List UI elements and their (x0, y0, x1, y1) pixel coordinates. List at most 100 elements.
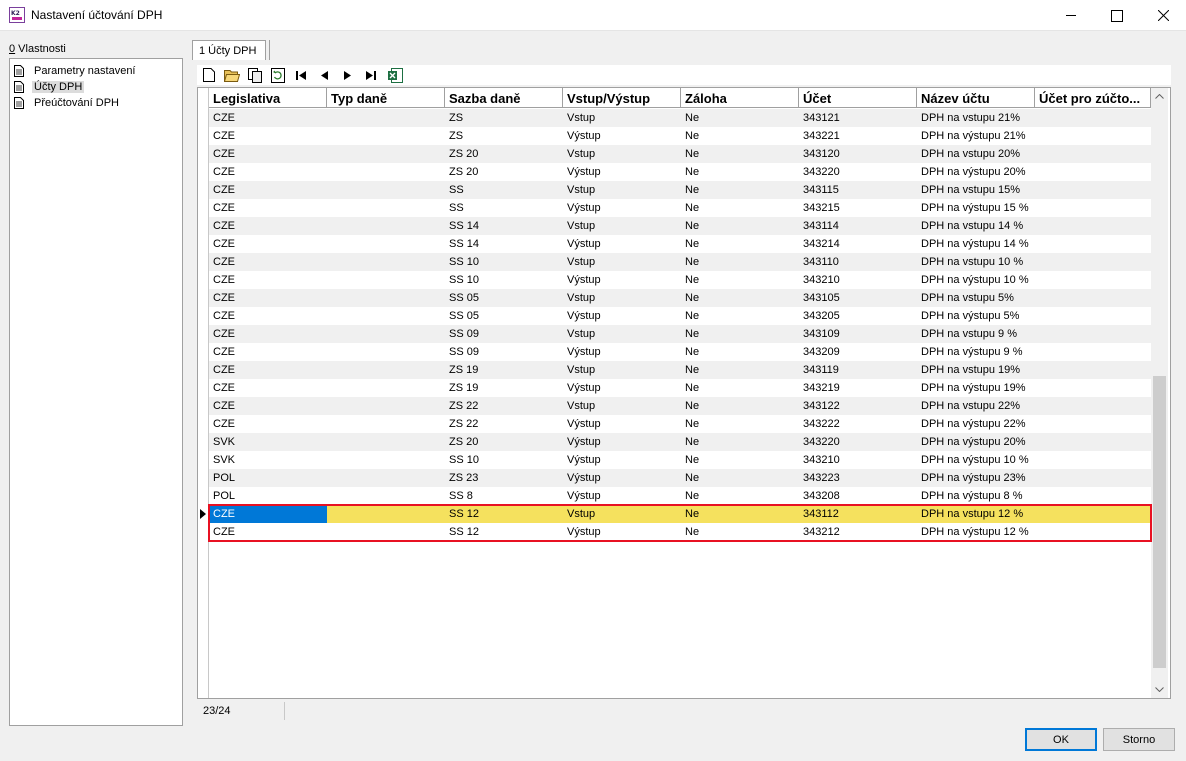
cell-ucet[interactable]: 343112 (799, 505, 917, 523)
cell-typ-dane[interactable] (327, 325, 445, 343)
cell-legislativa[interactable]: CZE (209, 145, 327, 163)
cell-ucet-pro-zuctovani[interactable] (1035, 235, 1151, 253)
cell-ucet[interactable]: 343120 (799, 145, 917, 163)
table-row[interactable]: CZE ZS 19 Vstup Ne 343119 DPH na vstupu 19% (209, 361, 1151, 379)
cell-zaloha[interactable]: Ne (681, 325, 799, 343)
nav-item-preuctovani-dph[interactable]: Přeúčtování DPH (14, 95, 121, 110)
last-record-icon[interactable] (363, 67, 379, 83)
cell-ucet[interactable]: 343220 (799, 163, 917, 181)
table-row[interactable]: CZE ZS 22 Výstup Ne 343222 DPH na výstupu 22% (209, 415, 1151, 433)
cell-legislativa[interactable]: POL (209, 487, 327, 505)
cell-typ-dane[interactable] (327, 379, 445, 397)
cell-ucet-pro-zuctovani[interactable] (1035, 325, 1151, 343)
scroll-up-icon[interactable] (1151, 88, 1168, 105)
cell-nazev-uctu[interactable]: DPH na výstupu 14 % (917, 235, 1035, 253)
cell-nazev-uctu[interactable]: DPH na vstupu 5% (917, 289, 1035, 307)
cell-sazba-dane[interactable]: ZS 19 (445, 361, 563, 379)
cell-vstup-vystup[interactable]: Vstup (563, 109, 681, 127)
cell-sazba-dane[interactable]: SS 09 (445, 325, 563, 343)
cell-typ-dane[interactable] (327, 289, 445, 307)
column-header-nazev-uctu[interactable]: Název účtu (917, 88, 1035, 108)
cell-nazev-uctu[interactable]: DPH na výstupu 12 % (917, 523, 1035, 541)
cell-ucet-pro-zuctovani[interactable] (1035, 217, 1151, 235)
cell-nazev-uctu[interactable]: DPH na vstupu 15% (917, 181, 1035, 199)
first-record-icon[interactable] (293, 67, 309, 83)
cell-sazba-dane[interactable]: ZS (445, 109, 563, 127)
table-row[interactable]: CZE ZS 20 Vstup Ne 343120 DPH na vstupu 20% (209, 145, 1151, 163)
cell-typ-dane[interactable] (327, 487, 445, 505)
cell-sazba-dane[interactable]: ZS 20 (445, 163, 563, 181)
cell-ucet-pro-zuctovani[interactable] (1035, 343, 1151, 361)
cell-legislativa[interactable]: CZE (209, 505, 327, 523)
cell-typ-dane[interactable] (327, 523, 445, 541)
cell-sazba-dane[interactable]: SS 12 (445, 523, 563, 541)
table-row[interactable]: CZE SS 14 Vstup Ne 343114 DPH na vstupu 14 % (209, 217, 1151, 235)
cell-sazba-dane[interactable]: SS 09 (445, 343, 563, 361)
cell-zaloha[interactable]: Ne (681, 487, 799, 505)
cell-zaloha[interactable]: Ne (681, 109, 799, 127)
cell-vstup-vystup[interactable]: Výstup (563, 487, 681, 505)
cell-ucet[interactable]: 343212 (799, 523, 917, 541)
cell-vstup-vystup[interactable]: Výstup (563, 415, 681, 433)
cell-nazev-uctu[interactable]: DPH na vstupu 21% (917, 109, 1035, 127)
cell-typ-dane[interactable] (327, 199, 445, 217)
table-row[interactable]: CZE ZS Výstup Ne 343221 DPH na výstupu 21% (209, 127, 1151, 145)
cell-legislativa[interactable]: CZE (209, 181, 327, 199)
cell-typ-dane[interactable] (327, 127, 445, 145)
cell-typ-dane[interactable] (327, 181, 445, 199)
cell-nazev-uctu[interactable]: DPH na vstupu 9 % (917, 325, 1035, 343)
previous-record-icon[interactable] (316, 67, 332, 83)
cell-sazba-dane[interactable]: ZS 22 (445, 397, 563, 415)
table-row[interactable]: CZE SS 12 Výstup Ne 343212 DPH na výstupu 12 … (209, 523, 1151, 541)
cell-typ-dane[interactable] (327, 451, 445, 469)
cell-vstup-vystup[interactable]: Výstup (563, 199, 681, 217)
cell-legislativa[interactable]: CZE (209, 361, 327, 379)
cell-ucet-pro-zuctovani[interactable] (1035, 523, 1151, 541)
cell-vstup-vystup[interactable]: Výstup (563, 343, 681, 361)
cell-vstup-vystup[interactable]: Vstup (563, 253, 681, 271)
cell-ucet-pro-zuctovani[interactable] (1035, 145, 1151, 163)
cell-zaloha[interactable]: Ne (681, 235, 799, 253)
table-row[interactable]: CZE SS 09 Vstup Ne 343109 DPH na vstupu 9 % (209, 325, 1151, 343)
cell-legislativa[interactable]: CZE (209, 163, 327, 181)
cell-typ-dane[interactable] (327, 163, 445, 181)
cell-sazba-dane[interactable]: ZS 20 (445, 145, 563, 163)
cell-vstup-vystup[interactable]: Výstup (563, 433, 681, 451)
table-row[interactable]: CZE SS 05 Vstup Ne 343105 DPH na vstupu 5% (209, 289, 1151, 307)
cell-ucet[interactable]: 343122 (799, 397, 917, 415)
cell-vstup-vystup[interactable]: Vstup (563, 289, 681, 307)
cell-nazev-uctu[interactable]: DPH na výstupu 9 % (917, 343, 1035, 361)
cell-zaloha[interactable]: Ne (681, 361, 799, 379)
cell-ucet-pro-zuctovani[interactable] (1035, 487, 1151, 505)
tab-ucty-dph[interactable]: 1 Účty DPH (192, 40, 266, 60)
cell-vstup-vystup[interactable]: Vstup (563, 505, 681, 523)
table-row[interactable]: CZE SS 12 Vstup Ne 343112 DPH na vstupu 12 % (209, 505, 1151, 523)
cell-zaloha[interactable]: Ne (681, 415, 799, 433)
cell-zaloha[interactable]: Ne (681, 397, 799, 415)
cell-sazba-dane[interactable]: SS 14 (445, 217, 563, 235)
table-row[interactable]: CZE SS Výstup Ne 343215 DPH na výstupu 15 % (209, 199, 1151, 217)
cell-typ-dane[interactable] (327, 271, 445, 289)
cell-typ-dane[interactable] (327, 361, 445, 379)
cell-nazev-uctu[interactable]: DPH na výstupu 5% (917, 307, 1035, 325)
cell-typ-dane[interactable] (327, 415, 445, 433)
cell-typ-dane[interactable] (327, 469, 445, 487)
cell-sazba-dane[interactable]: SS 05 (445, 307, 563, 325)
cell-nazev-uctu[interactable]: DPH na výstupu 10 % (917, 271, 1035, 289)
cell-nazev-uctu[interactable]: DPH na vstupu 12 % (917, 505, 1035, 523)
maximize-button[interactable] (1094, 0, 1140, 31)
cell-zaloha[interactable]: Ne (681, 343, 799, 361)
cell-nazev-uctu[interactable]: DPH na výstupu 21% (917, 127, 1035, 145)
cell-zaloha[interactable]: Ne (681, 199, 799, 217)
cell-zaloha[interactable]: Ne (681, 469, 799, 487)
cell-nazev-uctu[interactable]: DPH na výstupu 10 % (917, 451, 1035, 469)
cell-ucet[interactable]: 343210 (799, 271, 917, 289)
cell-legislativa[interactable]: CZE (209, 217, 327, 235)
refresh-icon[interactable] (270, 67, 286, 83)
table-row[interactable]: CZE ZS 20 Výstup Ne 343220 DPH na výstupu 20% (209, 163, 1151, 181)
cell-legislativa[interactable]: CZE (209, 253, 327, 271)
cell-ucet[interactable]: 343208 (799, 487, 917, 505)
cell-ucet[interactable]: 343110 (799, 253, 917, 271)
cell-zaloha[interactable]: Ne (681, 217, 799, 235)
cell-typ-dane[interactable] (327, 433, 445, 451)
